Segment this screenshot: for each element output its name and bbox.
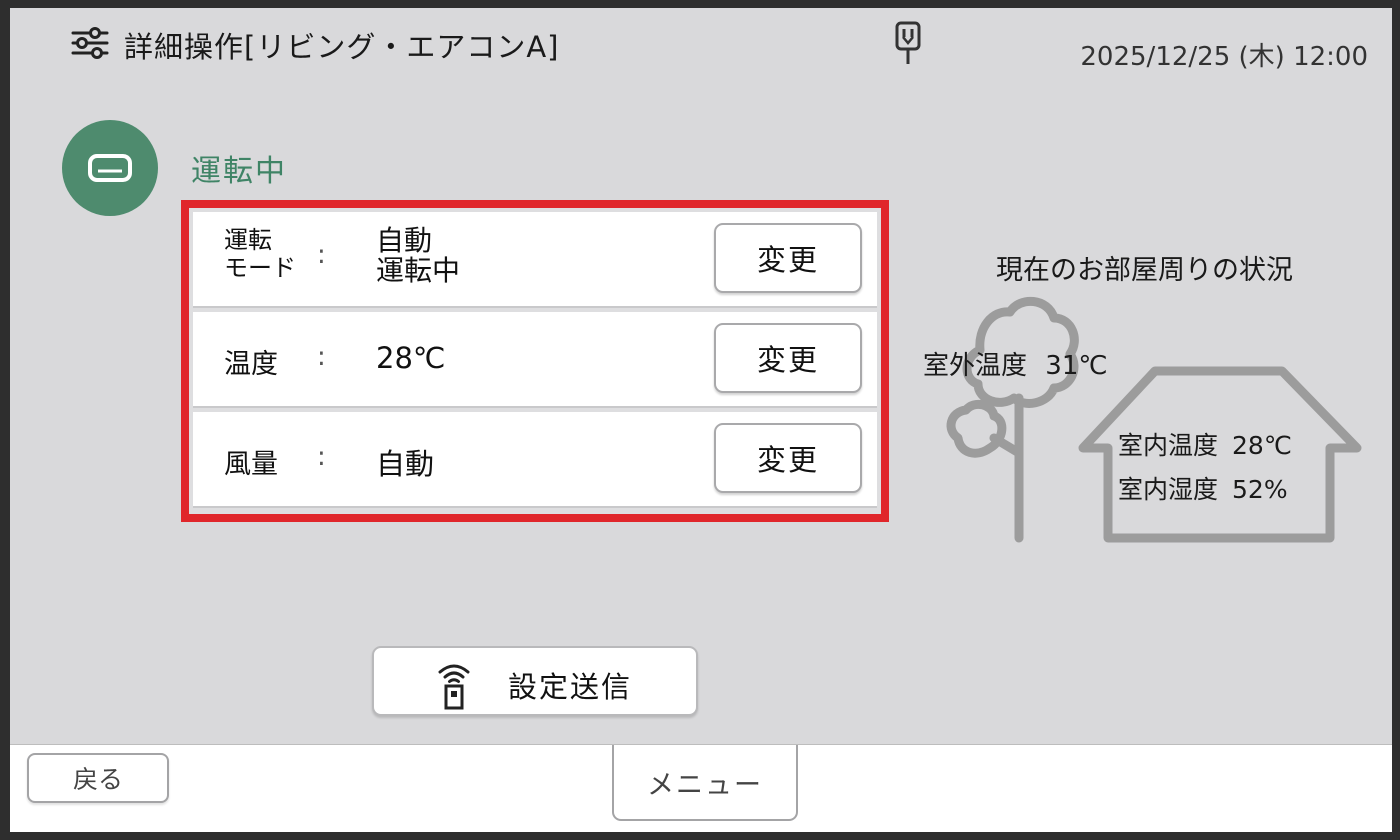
- fan-speed-colon: :: [317, 442, 326, 472]
- room-status-title: 現在のお部屋周りの状況: [996, 255, 1293, 286]
- outdoor-temperature: 室外温度 31℃: [923, 345, 1108, 382]
- outdoor-temperature-label: 室外温度: [923, 351, 1028, 381]
- mode-label-line2: モード: [224, 254, 296, 282]
- temperature-change-button[interactable]: 変更: [714, 323, 862, 393]
- screen: 詳細操作[リビング・エアコンA] 2025/12/25 (木) 12:00 運転…: [10, 8, 1392, 832]
- fan-speed-label: 風量: [224, 449, 278, 480]
- temperature-colon: :: [317, 342, 326, 372]
- fan-speed-value: 自動: [376, 447, 435, 481]
- temperature-label: 温度: [224, 349, 278, 380]
- menu-button[interactable]: メニュー: [612, 745, 798, 821]
- remote-signal-icon: [434, 658, 474, 714]
- indoor-temperature-label: 室内温度: [1118, 431, 1219, 460]
- indoor-humidity-value: 52%: [1232, 475, 1288, 504]
- temperature-value: 28℃: [376, 341, 446, 375]
- room-illustration: [920, 288, 1370, 562]
- page-title: 詳細操作[リビング・エアコンA]: [124, 30, 560, 64]
- mode-change-button[interactable]: 変更: [714, 223, 862, 293]
- indoor-temperature-value: 28℃: [1232, 431, 1292, 460]
- mode-value-line1: 自動: [376, 224, 433, 257]
- send-settings-label: 設定送信: [508, 670, 633, 704]
- mode-colon: :: [317, 240, 326, 270]
- indoor-humidity-label: 室内湿度: [1118, 475, 1219, 504]
- send-settings-button[interactable]: 設定送信: [372, 646, 698, 716]
- fan-speed-row: 風量 : 自動 変更: [193, 412, 877, 506]
- settings-panel: 運転 モード : 自動 運転中 変更 温度 : 28℃ 変更 風量 : 自動 変…: [181, 200, 889, 522]
- page-header: 詳細操作[リビング・エアコンA]: [70, 20, 559, 70]
- outdoor-temperature-value: 31℃: [1045, 351, 1108, 381]
- mode-row: 運転 モード : 自動 運転中 変更: [193, 212, 877, 306]
- footer-bar: 戻る メニュー: [10, 744, 1392, 832]
- datetime: 2025/12/25 (木) 12:00: [1080, 42, 1368, 72]
- fan-speed-change-button[interactable]: 変更: [714, 423, 862, 493]
- settings-sliders-icon: [70, 25, 110, 65]
- mode-value: 自動 運転中: [376, 226, 460, 286]
- operation-status: 運転中: [191, 154, 287, 189]
- back-button[interactable]: 戻る: [27, 753, 169, 803]
- tree-icon: [946, 296, 1079, 543]
- plug-icon: [894, 20, 922, 70]
- mode-label: 運転 モード: [224, 226, 296, 282]
- mode-value-line2: 運転中: [376, 254, 461, 287]
- temperature-row: 温度 : 28℃ 変更: [193, 312, 877, 406]
- indoor-temperature: 室内温度 28℃: [1118, 426, 1292, 462]
- aircon-status-icon: [62, 120, 158, 216]
- mode-label-line1: 運転: [224, 226, 272, 254]
- indoor-humidity: 室内湿度 52%: [1118, 470, 1288, 506]
